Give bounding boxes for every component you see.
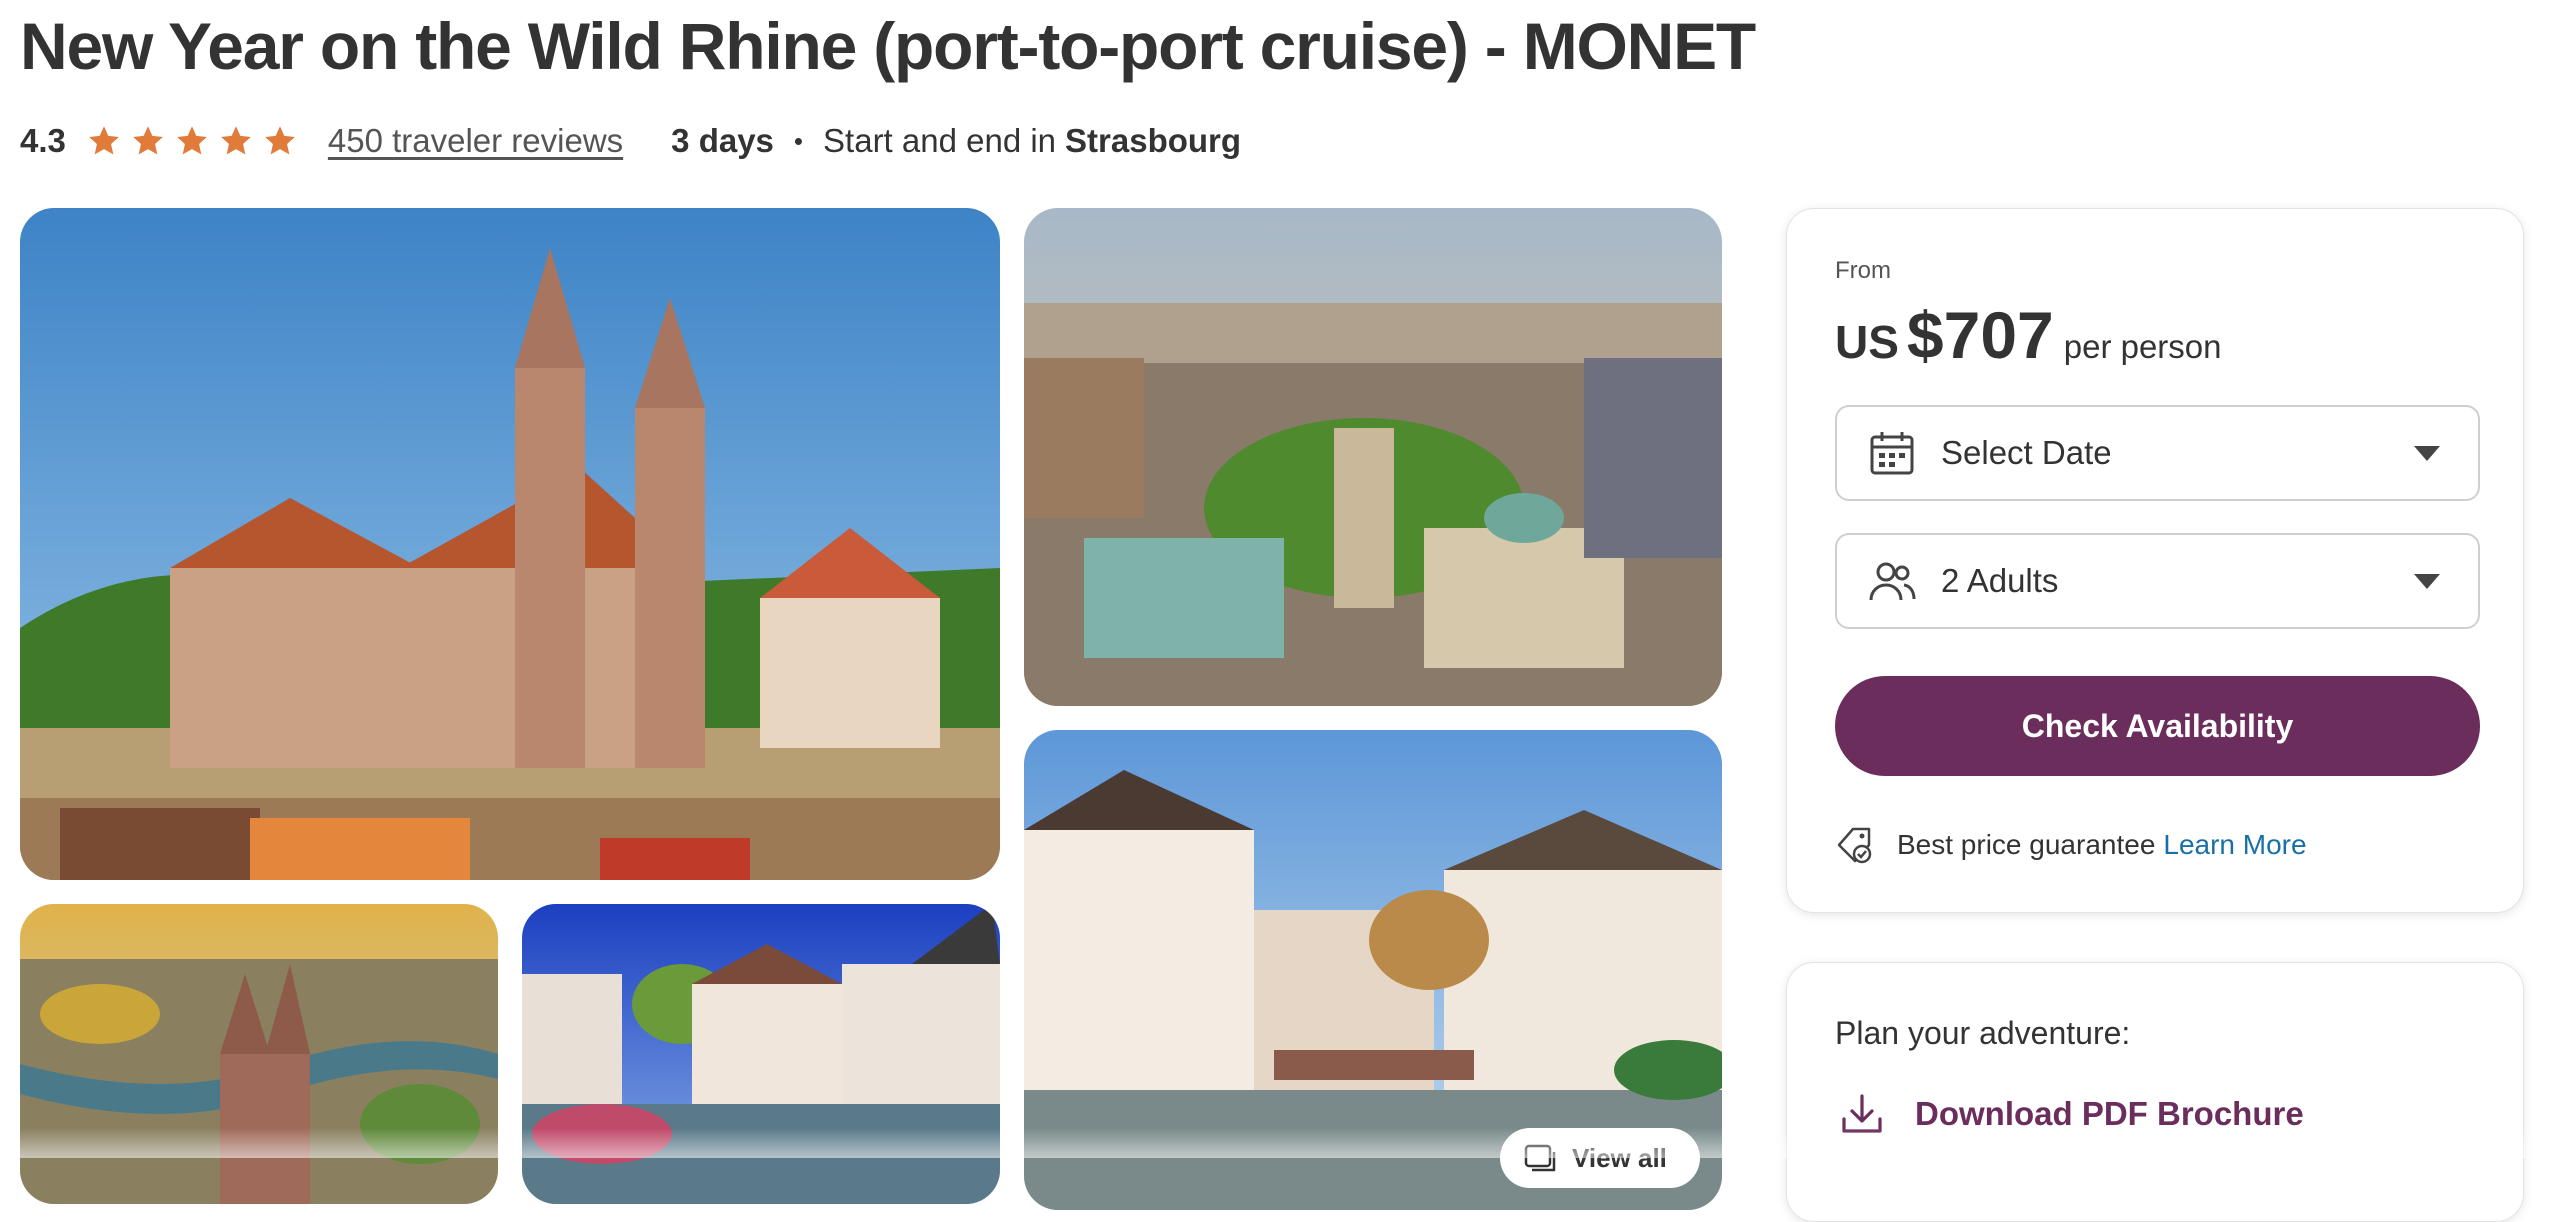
booking-card: From US $707 per person Select Date 2 Ad…	[1786, 208, 2524, 913]
travelers-select[interactable]: 2 Adults	[1835, 533, 2480, 629]
page-title: New Year on the Wild Rhine (port-to-port…	[20, 9, 1756, 83]
photo-aerial-city-square[interactable]	[1024, 208, 1722, 706]
rating-value: 4.3	[20, 122, 66, 159]
download-brochure-label: Download PDF Brochure	[1915, 1095, 2304, 1132]
people-icon	[1867, 556, 1917, 606]
trip-duration: 3 days	[671, 122, 774, 159]
price-currency: US	[1835, 316, 1899, 368]
reviews-link[interactable]: 450 traveler reviews	[328, 122, 623, 160]
start-end-prefix: Start and end in	[823, 122, 1057, 159]
price-tag-check-icon	[1835, 825, 1875, 865]
price-row: US $707 per person	[1835, 297, 2222, 373]
photo-church-hilltop[interactable]	[20, 208, 1000, 880]
guarantee-text: Best price guarantee	[1897, 829, 2156, 860]
plan-title: Plan your adventure:	[1835, 1015, 2131, 1051]
travelers-select-label: 2 Adults	[1941, 562, 2059, 599]
separator-dot: •	[793, 125, 804, 156]
start-end-city: Strasbourg	[1065, 122, 1242, 159]
gallery-icon	[1524, 1144, 1558, 1172]
star-icon	[262, 123, 298, 159]
learn-more-link[interactable]: Learn More	[2163, 829, 2306, 861]
star-icon	[174, 123, 210, 159]
price-guarantee: Best price guarantee Learn More	[1835, 825, 2307, 865]
trip-meta-row: 4.3 450 traveler reviews 3 days • Start …	[20, 115, 1241, 167]
download-brochure-link[interactable]: Download PDF Brochure	[1835, 1091, 2304, 1137]
view-all-photos-button[interactable]: View all	[1500, 1128, 1700, 1188]
calendar-icon	[1867, 428, 1917, 478]
star-icon	[86, 123, 122, 159]
photo-timbered-houses-water[interactable]	[522, 904, 1000, 1204]
view-all-label: View all	[1572, 1142, 1667, 1173]
plan-adventure-card: Plan your adventure: Download PDF Brochu…	[1786, 962, 2524, 1222]
chevron-down-icon	[2412, 571, 2442, 591]
date-select-label: Select Date	[1941, 434, 2112, 471]
star-icon	[218, 123, 254, 159]
from-label: From	[1835, 257, 1891, 284]
star-icon	[130, 123, 166, 159]
download-icon	[1839, 1091, 1885, 1137]
check-availability-button[interactable]: Check Availability	[1835, 676, 2480, 776]
price-amount: $707	[1906, 298, 2054, 372]
date-select[interactable]: Select Date	[1835, 405, 2480, 501]
photo-aerial-church-river[interactable]	[20, 904, 498, 1204]
star-rating	[86, 123, 306, 159]
per-person-label: per person	[2063, 328, 2222, 365]
chevron-down-icon	[2412, 443, 2442, 463]
